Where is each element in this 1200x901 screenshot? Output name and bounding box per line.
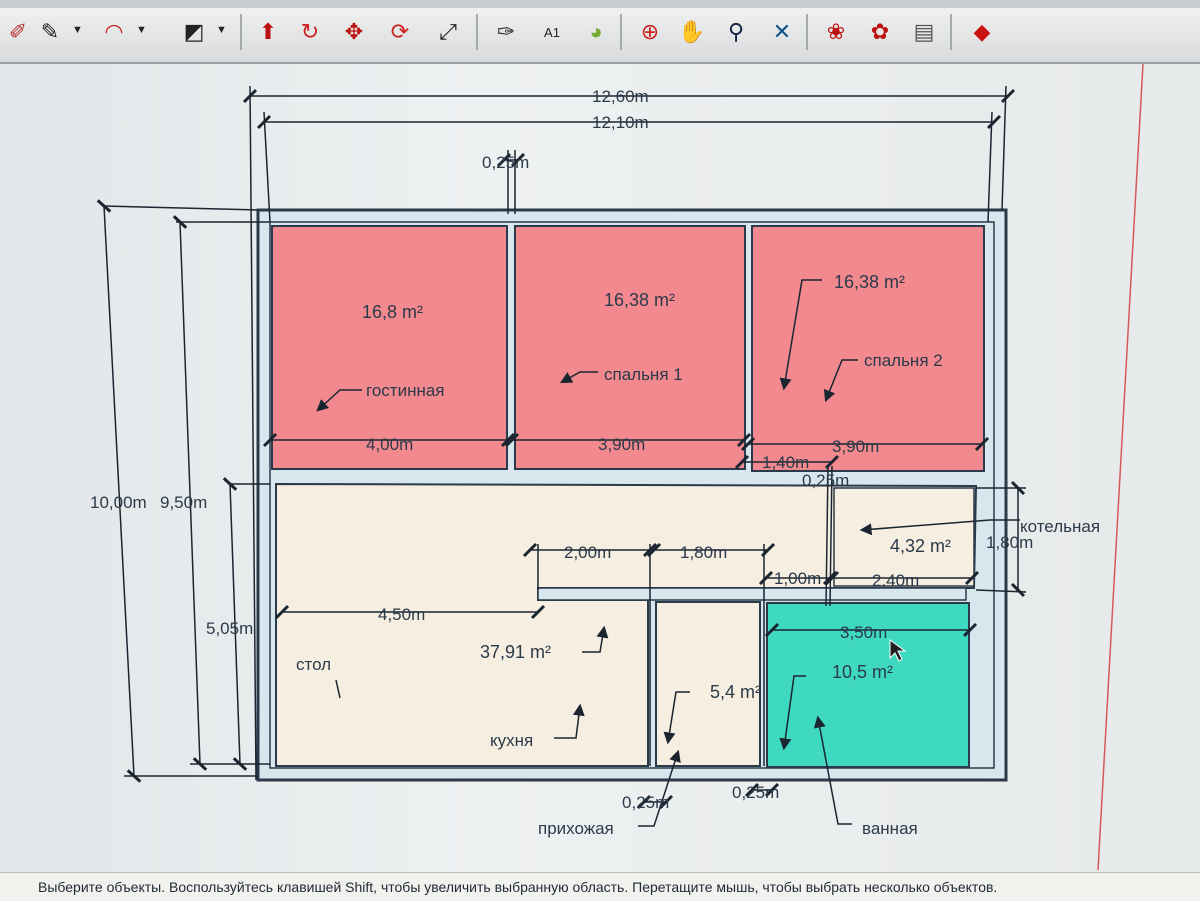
floor-plan[interactable]: 12,60m 12,10m 0,25m 10,00m 9,50m 5,05m 4…: [0, 63, 1200, 872]
toolbar-separator: [950, 14, 952, 50]
arc-icon[interactable]: ◠: [96, 12, 132, 52]
pan-icon[interactable]: ✋: [674, 12, 710, 52]
label-bedroom-1: спальня 1: [604, 365, 683, 384]
dim-1-00: 1,00m: [774, 569, 821, 588]
chevron-down-icon[interactable]: ▼: [216, 24, 227, 36]
dim-bath-width: 3,50m: [840, 623, 887, 642]
orbit-icon[interactable]: ⊕: [632, 12, 668, 52]
pencil-icon[interactable]: ✎: [32, 12, 68, 52]
drawing-viewport[interactable]: 12,60m 12,10m 0,25m 10,00m 9,50m 5,05m 4…: [0, 63, 1200, 872]
dim-wall-bottom-1: 0,25m: [622, 793, 669, 812]
area-bath: 10,5 m²: [832, 662, 893, 682]
move-icon[interactable]: ✥: [336, 12, 372, 52]
axis-guide-line: [1097, 63, 1144, 871]
chevron-down-icon[interactable]: ▼: [72, 24, 83, 36]
label-bedroom-2: спальня 2: [864, 351, 943, 370]
dim-overall-inner: 12,10m: [592, 113, 649, 132]
zoom-icon[interactable]: ⚲: [718, 12, 754, 52]
area-bedroom-2: 16,38 m²: [834, 272, 905, 292]
dim-wall-mid: 0,25m: [802, 471, 849, 490]
label-living: гостинная: [366, 381, 445, 400]
status-text: Выберите объекты. Воспользуйтесь клавише…: [38, 879, 998, 895]
toolbar-separator: [806, 14, 808, 50]
area-boiler: 4,32 m²: [890, 536, 951, 556]
paint-bucket-icon[interactable]: ◕: [578, 12, 614, 52]
dim-wall-bottom-2: 0,25m: [732, 783, 779, 802]
scale-icon[interactable]: ⤢: [430, 12, 466, 52]
label-boiler: котельная: [1020, 517, 1100, 536]
tape-measure-icon[interactable]: ✑: [488, 12, 524, 52]
label-table: стол: [296, 655, 331, 674]
menu-bar[interactable]: [0, 0, 1200, 8]
rotate-icon[interactable]: ⟳: [382, 12, 418, 52]
area-bedroom-1: 16,38 m²: [604, 290, 675, 310]
dim-wall-top: 0,25m: [482, 153, 529, 172]
followme-icon[interactable]: ↻: [292, 12, 328, 52]
eraser-icon[interactable]: ✐: [0, 12, 36, 52]
dim-2-40: 2,40m: [872, 571, 919, 590]
pushpull-icon[interactable]: ⬆: [250, 12, 286, 52]
status-bar: Выберите объекты. Воспользуйтесь клавише…: [0, 872, 1200, 901]
dim-2-00: 2,00m: [564, 543, 611, 562]
dim-overall-outer: 12,60m: [592, 87, 649, 106]
dim-corridor-1-40: 1,40m: [762, 453, 809, 472]
label-bath: ванная: [862, 819, 918, 838]
zoom-extents-icon[interactable]: ✕: [764, 12, 800, 52]
toolbar: ✐ ✎ ▼ ◠ ▼ ◩ ▼ ⬆ ↻ ✥ ⟳ ⤢ ✑ A1 ◕ ⊕ ✋ ⚲ ✕ ❀ ✿ ▤ ◆: [0, 0, 1200, 64]
label-hall: прихожая: [538, 819, 614, 838]
toolbar-separator: [476, 14, 478, 50]
dim-height-inner: 9,50m: [160, 493, 207, 512]
chevron-down-icon[interactable]: ▼: [136, 24, 147, 36]
components-icon[interactable]: ✿: [862, 12, 898, 52]
shape-icon[interactable]: ◩: [176, 12, 212, 52]
dim-living-width: 4,00m: [366, 435, 413, 454]
room-bedroom-2[interactable]: [751, 225, 985, 472]
text-icon[interactable]: A1: [534, 12, 570, 52]
warehouse-icon[interactable]: ❀: [818, 12, 854, 52]
dim-1-80: 1,80m: [680, 543, 727, 562]
toolbar-separator: [620, 14, 622, 50]
label-kitchen: кухня: [490, 731, 533, 750]
dim-4-50: 4,50m: [378, 605, 425, 624]
ruby-icon[interactable]: ◆: [964, 12, 1000, 52]
dim-height-outer: 10,00m: [90, 493, 147, 512]
dim-lower-height: 5,05m: [206, 619, 253, 638]
toolbar-separator: [240, 14, 242, 50]
room-bedroom-1[interactable]: [514, 225, 746, 470]
dim-bedroom2-width: 3,90m: [832, 437, 879, 456]
area-living: 16,8 m²: [362, 302, 423, 322]
area-kitchen: 37,91 m²: [480, 642, 551, 662]
area-hall: 5,4 m²: [710, 682, 761, 702]
layout-icon[interactable]: ▤: [906, 12, 942, 52]
room-living[interactable]: [271, 225, 508, 470]
dim-bedroom1-width: 3,90m: [598, 435, 645, 454]
